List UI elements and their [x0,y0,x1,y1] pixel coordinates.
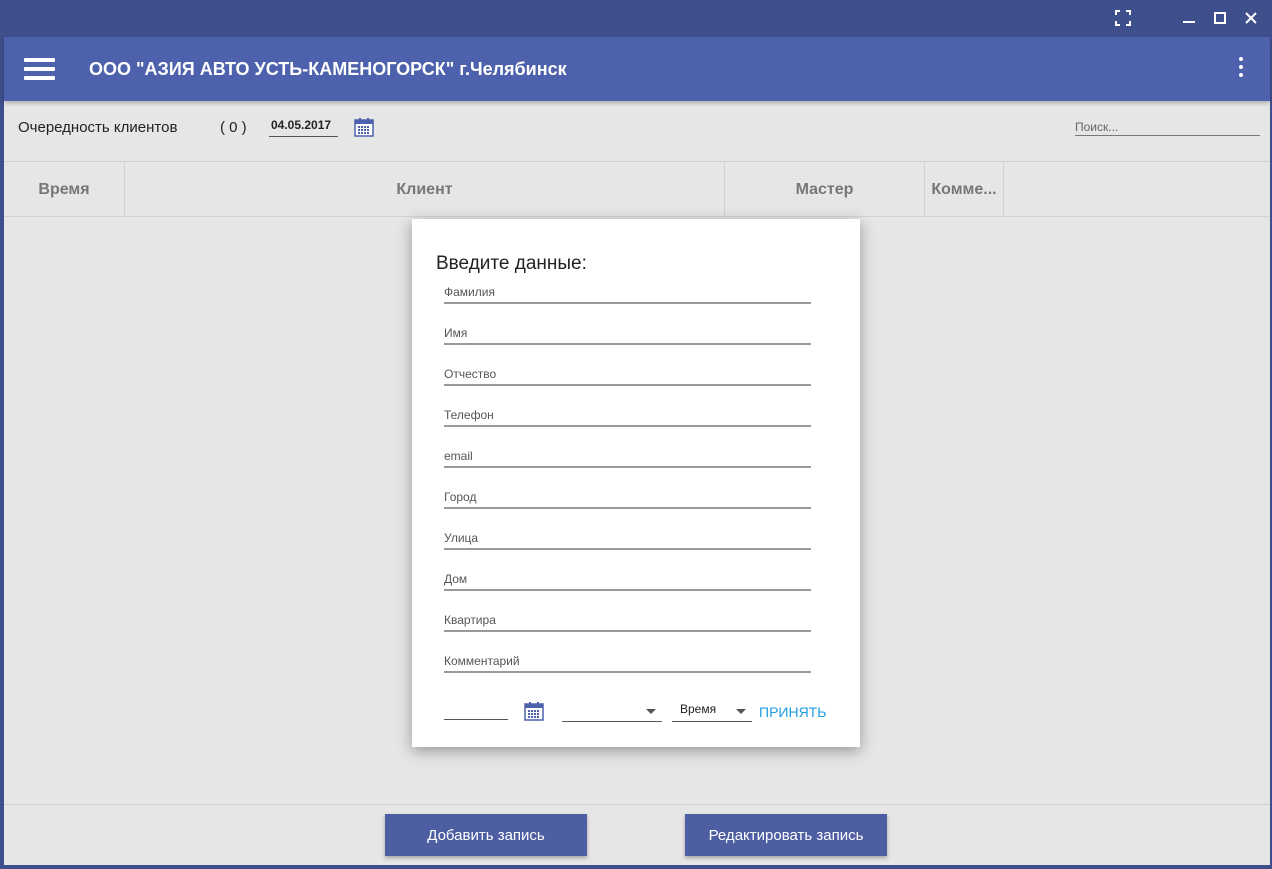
street-field[interactable]: Улица [444,530,811,550]
table-header: Время Клиент Мастер Комме... [4,162,1270,217]
master-select[interactable] [562,700,662,722]
fullscreen-icon[interactable] [1114,9,1132,27]
column-header-comment[interactable]: Комме... [925,162,1004,217]
chevron-down-icon [646,709,656,714]
date-field[interactable]: 04.05.2017 [269,117,338,137]
column-header-master[interactable]: Мастер [725,162,925,217]
house-field[interactable]: Дом [444,571,811,591]
name-field[interactable]: Имя [444,325,811,345]
accept-button[interactable]: ПРИНЯТЬ [759,704,826,720]
maximize-icon[interactable] [1211,9,1229,27]
comment-field[interactable]: Комментарий [444,653,811,673]
city-field[interactable]: Город [444,489,811,509]
appointment-date-field[interactable] [444,700,508,720]
time-select-value: Время [680,702,717,716]
window-titlebar [0,0,1272,37]
dialog-title: Введите данные: [436,253,587,274]
calendar-icon[interactable] [524,701,544,721]
edit-record-button[interactable]: Редактировать запись [685,814,887,856]
phone-field[interactable]: Телефон [444,407,811,427]
add-record-button[interactable]: Добавить запись [385,814,587,856]
queue-toolbar: Очередность клиентов ( 0 ) 04.05.2017 [4,101,1270,161]
queue-label: Очередность клиентов [18,119,178,136]
column-header-client[interactable]: Клиент [125,162,725,217]
app-title: ООО "АЗИЯ АВТО УСТЬ-КАМЕНОГОРСК" г.Челяб… [89,59,567,79]
apartment-field[interactable]: Квартира [444,612,811,632]
queue-count: ( 0 ) [220,119,247,136]
more-vert-icon[interactable] [1238,57,1244,81]
chevron-down-icon [736,709,746,714]
email-field[interactable]: email [444,448,811,468]
app-bar: ООО "АЗИЯ АВТО УСТЬ-КАМЕНОГОРСК" г.Челяб… [4,37,1270,101]
close-icon[interactable] [1242,9,1260,27]
search-input[interactable] [1075,116,1260,136]
menu-icon[interactable] [24,58,55,80]
time-select[interactable]: Время [672,700,752,722]
calendar-icon[interactable] [354,117,374,137]
column-header-time[interactable]: Время [4,162,125,217]
minimize-icon[interactable] [1180,9,1198,27]
app-window: ООО "АЗИЯ АВТО УСТЬ-КАМЕНОГОРСК" г.Челяб… [4,37,1270,865]
footer-bar: Добавить запись Редактировать запись [4,804,1270,865]
data-entry-dialog: Введите данные: Фамилия Имя Отчество Тел… [412,219,860,747]
patronymic-field[interactable]: Отчество [444,366,811,386]
surname-field[interactable]: Фамилия [444,284,811,304]
